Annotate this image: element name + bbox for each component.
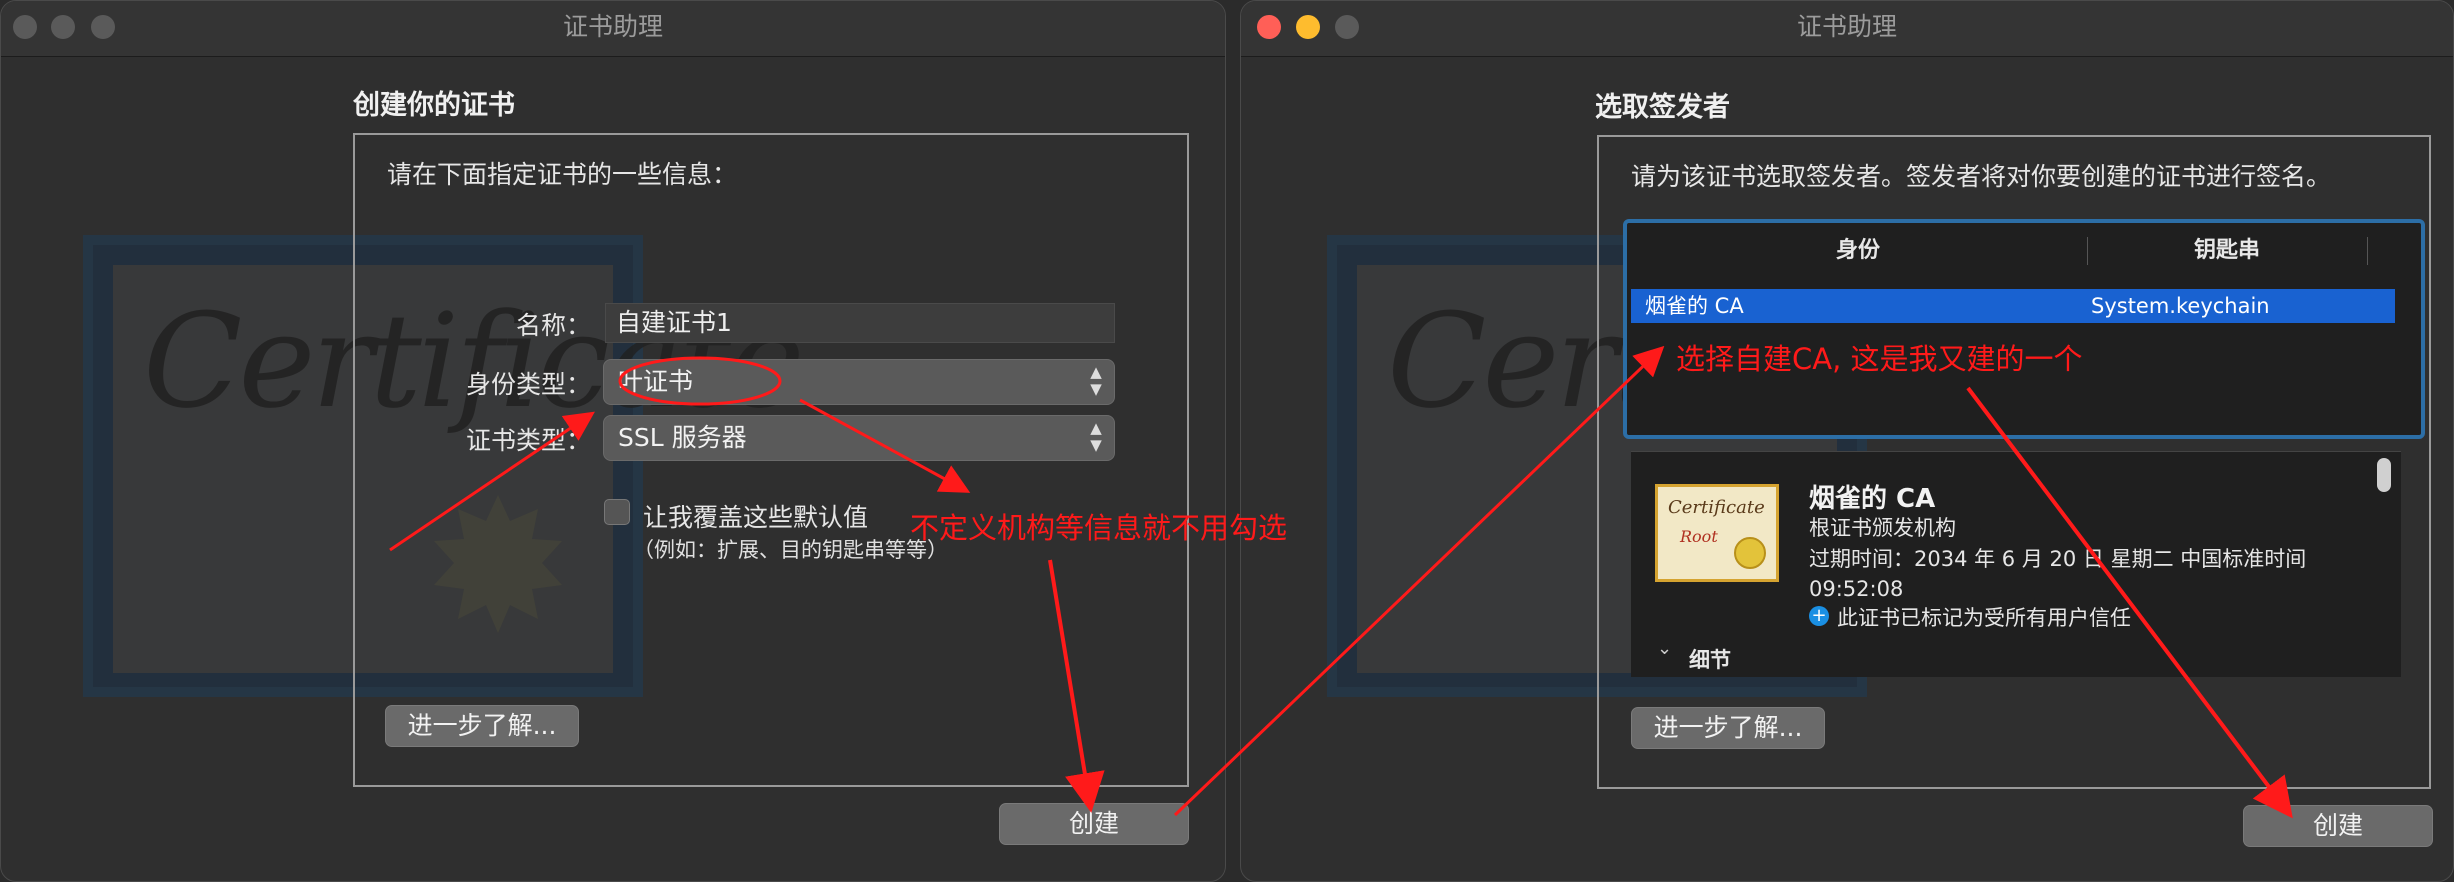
section-title: 创建你的证书	[353, 90, 515, 121]
chevron-down-icon[interactable]: ⌄	[1657, 638, 1672, 659]
annotation-right-note: 选择自建CA, 这是我又建的一个	[1676, 342, 2083, 376]
seal-icon	[1734, 537, 1766, 569]
identity-cell: 烟雀的 CA	[1645, 294, 1744, 318]
section-title: 选取签发者	[1595, 92, 1730, 123]
override-checkbox-label: 让我覆盖这些默认值	[643, 503, 869, 532]
titlebar: 证书助理	[1241, 1, 2453, 57]
window-title: 证书助理	[562, 12, 663, 41]
cert-name: 烟雀的 CA	[1809, 484, 1936, 514]
intro-text: 请在下面指定证书的一些信息：	[387, 160, 738, 189]
cert-expiry: 过期时间：2034 年 6 月 20 日 星期二 中国标准时间 09:52:08	[1809, 547, 2307, 601]
cert-type-label: 证书类型：	[465, 426, 591, 455]
name-field[interactable]: 自建证书1	[605, 303, 1115, 343]
keychain-cell: System.keychain	[2091, 294, 2270, 318]
scrollbar-thumb[interactable]	[2377, 458, 2391, 492]
certificate-assistant-window-left: 证书助理 创建你的证书 Certificate 请在下面指定证书的一些信息： 名…	[0, 0, 1226, 882]
certificate-assistant-window-right: 证书助理 选取签发者 Certi 请为该证书选取签发者。签发者将对你要创建的证书…	[1240, 0, 2454, 882]
create-button[interactable]: 创建	[999, 803, 1189, 845]
learn-more-button[interactable]: 进一步了解...	[385, 705, 579, 747]
details-disclosure[interactable]: 细节	[1689, 644, 1731, 674]
titlebar: 证书助理	[1, 1, 1225, 57]
chevron-updown-icon: ▲ ▼	[1090, 363, 1102, 398]
intro-text: 请为该证书选取签发者。签发者将对你要创建的证书进行签名。	[1631, 162, 2332, 191]
learn-more-button[interactable]: 进一步了解...	[1631, 707, 1825, 749]
table-row[interactable]: 烟雀的 CA System.keychain	[1631, 289, 2395, 323]
identity-type-label: 身份类型：	[465, 370, 591, 399]
cert-kind: 根证书颁发机构	[1809, 516, 1956, 540]
name-label: 名称：	[515, 311, 591, 340]
window-title: 证书助理	[1796, 12, 1897, 41]
identity-type-value: 叶证书	[618, 367, 694, 396]
override-defaults-checkbox[interactable]	[604, 499, 630, 525]
column-header-keychain[interactable]: 钥匙串	[2089, 229, 2365, 273]
certificate-detail-view: Certificate Root 烟雀的 CA 根证书颁发机构 过期时间：203…	[1631, 451, 2401, 677]
annotation-left-note: 不定义机构等信息就不用勾选	[910, 511, 1288, 545]
cert-type-popup[interactable]: SSL 服务器 ▲ ▼	[603, 415, 1115, 461]
issuer-table[interactable]: 身份 钥匙串 烟雀的 CA System.keychain	[1623, 219, 2425, 439]
chevron-updown-icon: ▲ ▼	[1090, 419, 1102, 454]
override-checkbox-hint: （例如：扩展、目的钥匙串等等）	[633, 538, 948, 562]
identity-type-popup[interactable]: 叶证书 ▲ ▼	[603, 359, 1115, 405]
certificate-icon: Certificate Root	[1655, 484, 1779, 582]
plus-icon: +	[1809, 606, 1829, 626]
cert-trust: 此证书已标记为受所有用户信任	[1837, 606, 2131, 630]
cert-type-value: SSL 服务器	[618, 423, 747, 452]
column-header-identity[interactable]: 身份	[1631, 229, 2085, 273]
create-button[interactable]: 创建	[2243, 805, 2433, 847]
